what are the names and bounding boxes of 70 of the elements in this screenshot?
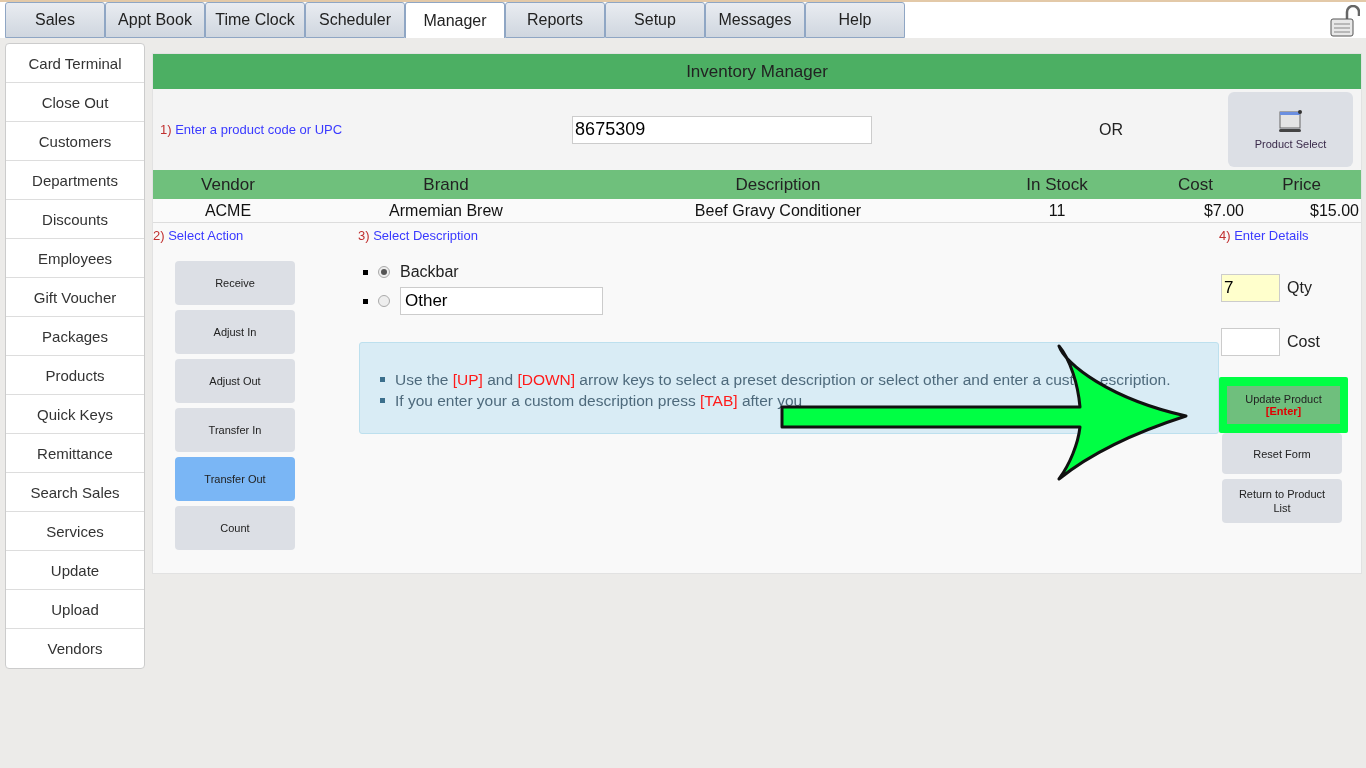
nav-tab[interactable]: Messages [705, 2, 805, 38]
bullet-icon [380, 377, 385, 382]
step-label: 3) Select Description [358, 228, 479, 243]
sidebar-item[interactable]: Search Sales [6, 473, 144, 512]
nav-tab[interactable]: Appt Book [105, 2, 205, 38]
tip-text: Use the [UP] and [DOWN] arrow keys to select a preset description or select other and enter a cust escription. [395, 370, 1171, 389]
column-header: Description [734, 174, 822, 195]
column-header: Price [1281, 174, 1322, 195]
table-cell-text: Beef Gravy Conditioner [693, 201, 863, 220]
update-product-button[interactable]: Update Product [Enter] [1227, 386, 1340, 424]
action-button[interactable]: Adjust In [175, 310, 295, 354]
action-button[interactable]: Transfer Out [175, 457, 295, 501]
sidebar-item[interactable]: Remittance [6, 434, 144, 473]
bullet-icon [363, 298, 368, 304]
step-label: 4) Enter Details [1219, 228, 1310, 243]
reset-form-button[interactable]: Reset Form [1222, 433, 1342, 474]
nav-tab[interactable]: Help [805, 2, 905, 38]
column-header: Brand [422, 174, 470, 195]
nav-tab[interactable]: Setup [605, 2, 705, 38]
action-button[interactable]: Adjust Out [175, 359, 295, 403]
product-select-button[interactable]: Product Select [1228, 92, 1353, 167]
nav-tab[interactable]: Time Clock [205, 2, 305, 38]
sidebar-item[interactable]: Card Terminal [6, 44, 144, 83]
nav-tab[interactable]: Sales [5, 2, 105, 38]
sidebar-item[interactable]: Products [6, 356, 144, 395]
step-label: 2) Select Action [153, 228, 245, 243]
nav-tab[interactable]: Reports [505, 2, 605, 38]
sidebar-item[interactable]: Packages [6, 317, 144, 356]
action-button[interactable]: Count [175, 506, 295, 550]
column-header: Cost [1177, 174, 1214, 195]
nav-tab[interactable]: Manager [405, 2, 505, 38]
other-description-field[interactable]: Other [400, 287, 603, 315]
action-button[interactable]: Receive [175, 261, 295, 305]
radio-button[interactable] [378, 295, 390, 307]
sidebar-item[interactable]: Update [6, 551, 144, 590]
or-label: OR [1099, 120, 1124, 139]
cost-label: Cost [1287, 333, 1320, 351]
product-code-field[interactable]: 8675309 [572, 115, 873, 144]
table-cell-text: $15.00 [1309, 201, 1359, 220]
bullet-icon [363, 269, 368, 275]
sidebar-item[interactable]: Employees [6, 239, 144, 278]
panel-title: Inventory Manager [153, 54, 1361, 89]
table-cell-text: $7.00 [1202, 201, 1244, 220]
sidebar-item[interactable]: Services [6, 512, 144, 551]
cart-icon [1278, 109, 1303, 134]
action-button[interactable]: Transfer In [175, 408, 295, 452]
table-cell-text: 11 [1047, 201, 1067, 220]
qty-field[interactable]: 7 [1221, 274, 1280, 302]
sidebar-item[interactable]: Departments [6, 161, 144, 200]
option-label: Backbar [400, 263, 459, 281]
nav-tab[interactable]: Scheduler [305, 2, 405, 38]
cost-field[interactable] [1221, 328, 1280, 356]
sidebar-item[interactable]: Customers [6, 122, 144, 161]
sidebar-item[interactable]: Gift Voucher [6, 278, 144, 317]
sidebar-item[interactable]: Quick Keys [6, 395, 144, 434]
tip-text: If you enter your a custom description press [TAB] after you [395, 391, 803, 410]
bullet-icon [380, 398, 385, 403]
table-cell-text: Armemian Brew [388, 201, 504, 220]
return-button[interactable]: Return to Product List [1222, 479, 1342, 523]
table-cell-text: ACME [203, 201, 253, 220]
radio-button[interactable] [378, 266, 390, 278]
step-label: 1) Enter a product code or UPC [160, 122, 343, 137]
lock-icon[interactable] [1330, 5, 1360, 37]
sidebar-item[interactable]: Upload [6, 590, 144, 629]
sidebar-item[interactable]: Close Out [6, 83, 144, 122]
sidebar-item[interactable]: Vendors [6, 629, 144, 668]
sidebar-item[interactable]: Discounts [6, 200, 144, 239]
column-header: Vendor [200, 174, 256, 195]
column-header: In Stock [1025, 174, 1089, 195]
qty-label: Qty [1287, 279, 1312, 297]
